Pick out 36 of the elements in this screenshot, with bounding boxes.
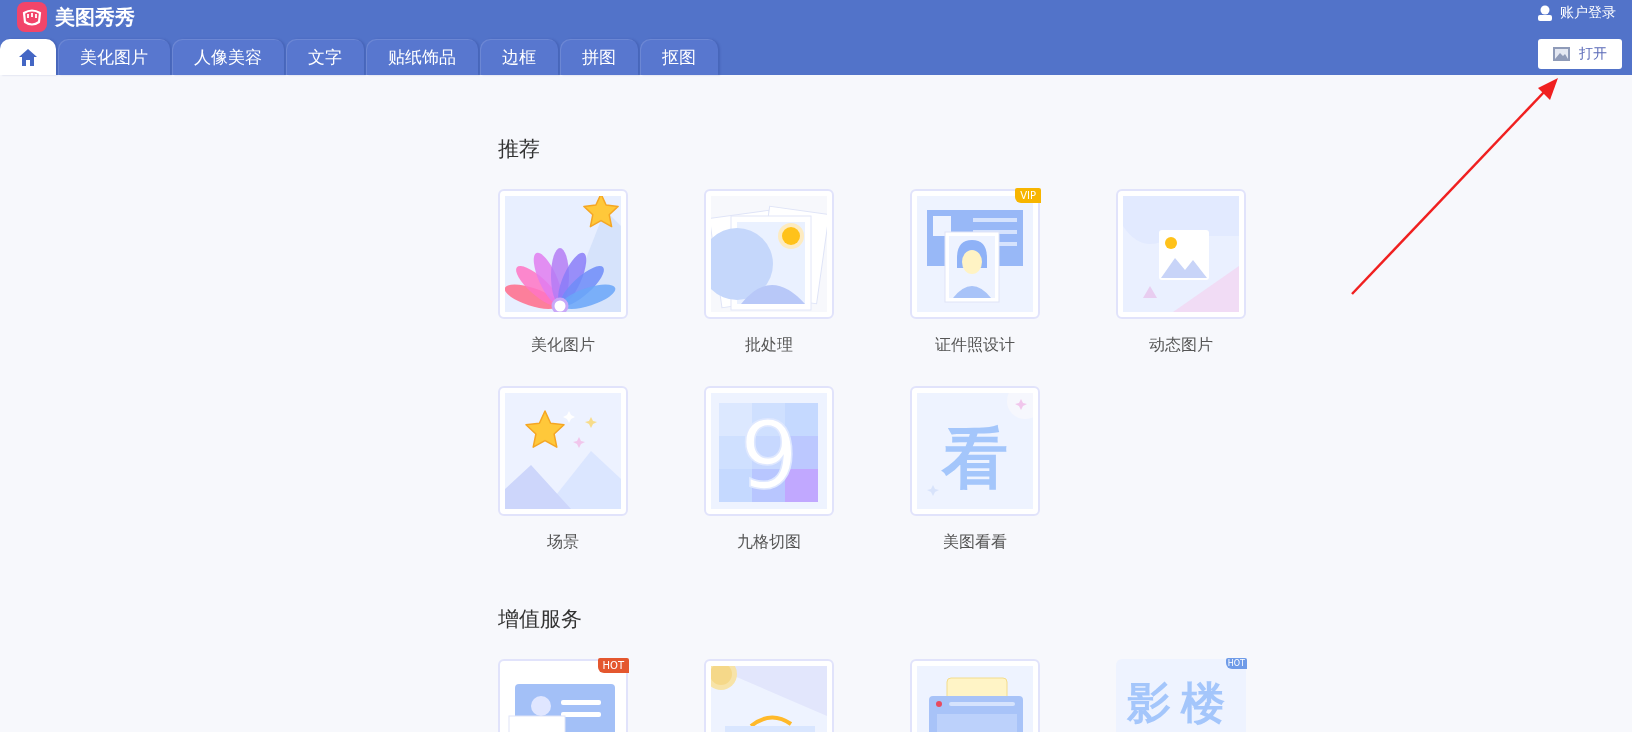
tab[interactable]: 拼图 — [560, 39, 638, 75]
tile-card[interactable] — [1116, 189, 1246, 319]
image-icon — [1553, 47, 1570, 61]
app-title: 美图秀秀 — [55, 3, 135, 31]
open-button[interactable]: 打开 — [1538, 39, 1622, 69]
tile-label: 场景 — [547, 532, 579, 553]
tile-card[interactable] — [498, 386, 628, 516]
tab[interactable]: 边框 — [480, 39, 558, 75]
studio-drawing: 影楼 — [1123, 666, 1239, 732]
tab[interactable]: 人像美容 — [172, 39, 284, 75]
tab[interactable]: 抠图 — [640, 39, 718, 75]
grid-drawing: 9 — [711, 393, 827, 509]
tile-label: 美图看看 — [943, 532, 1007, 553]
tile-label: 证件照设计 — [935, 335, 1015, 356]
tile-card[interactable]: HOT — [498, 659, 628, 732]
home-icon — [19, 48, 37, 66]
tile-card[interactable] — [498, 189, 628, 319]
badge-label: HOT — [1225, 658, 1247, 669]
badge-label: VIP — [1015, 188, 1041, 203]
tile-label: 动态图片 — [1149, 335, 1213, 356]
user-icon — [1538, 5, 1552, 21]
tab[interactable]: 文字 — [286, 39, 364, 75]
tile-card[interactable] — [704, 189, 834, 319]
tile-card[interactable]: HOT 影楼 — [1116, 659, 1246, 732]
tab[interactable]: 贴纸饰品 — [366, 39, 478, 75]
section-heading: 增值服务 — [498, 606, 583, 633]
logo-icon — [17, 2, 47, 32]
look-drawing: 看 — [917, 393, 1033, 509]
badge-label: HOT — [597, 658, 629, 673]
section-heading: 推荐 — [498, 136, 541, 163]
tile-label: 美化图片 — [531, 335, 595, 356]
tab[interactable] — [0, 39, 56, 75]
login-link[interactable]: 账户登录 — [1538, 4, 1616, 22]
tile-label: 批处理 — [745, 335, 793, 356]
tab[interactable]: 美化图片 — [58, 39, 170, 75]
tile-label: 九格切图 — [737, 532, 801, 553]
